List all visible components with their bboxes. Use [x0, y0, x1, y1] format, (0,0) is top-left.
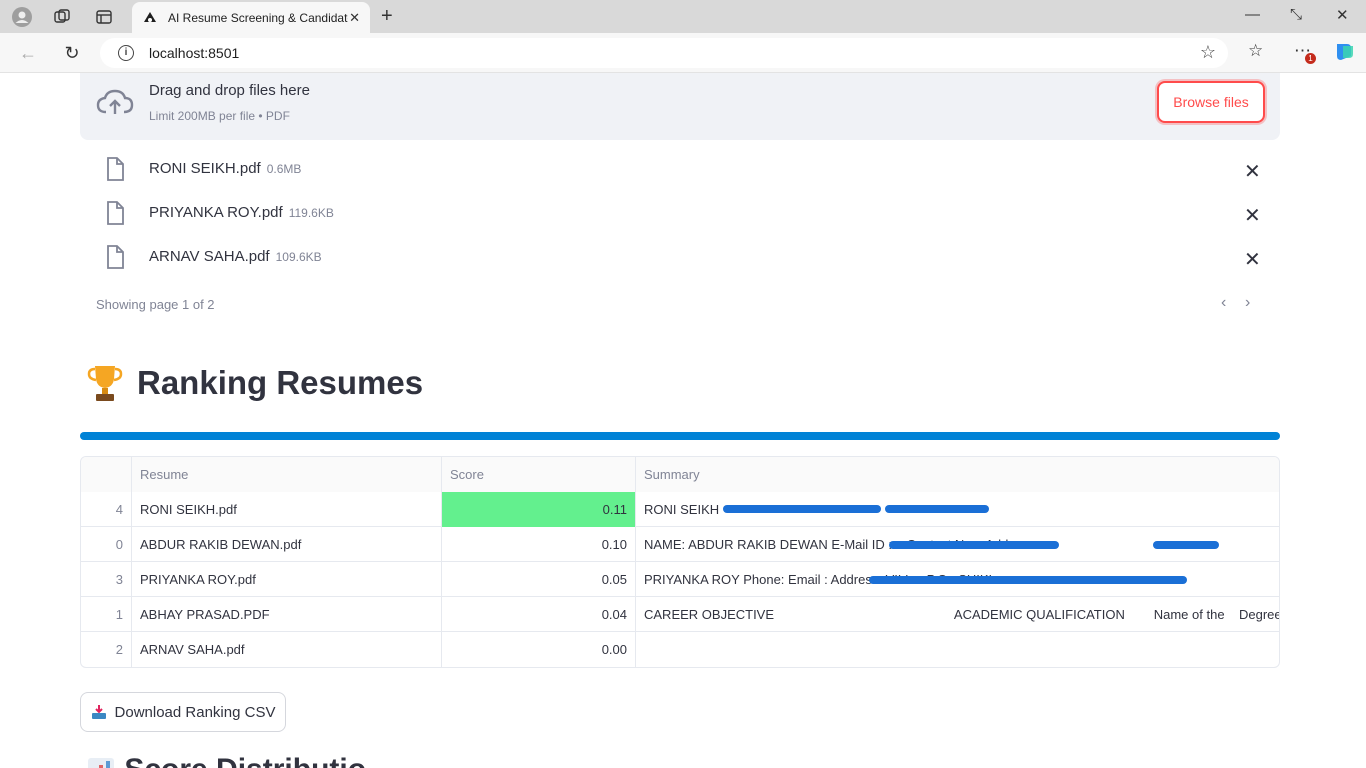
download-label: Download Ranking CSV: [114, 703, 276, 721]
favorites-icon[interactable]: ☆: [1248, 41, 1263, 61]
file-icon: [107, 201, 124, 225]
streamlit-favicon-icon: [144, 11, 156, 22]
redaction-mark: [1153, 541, 1219, 549]
file-name: RONI SEIKH.pdf: [149, 160, 261, 177]
redaction-mark: [869, 576, 1187, 584]
inbox-tray-icon: [91, 705, 106, 719]
uploaded-file-item: PRIYANKA ROY.pdf 119.6KB ✕: [80, 195, 1280, 235]
next-section-title: Score Distributio: [124, 753, 366, 768]
remove-file-icon[interactable]: ✕: [1244, 203, 1261, 228]
resume-cell[interactable]: ABHAY PRASAD.PDF: [132, 597, 442, 632]
pagination-text: Showing page 1 of 2: [96, 297, 215, 312]
summary-header[interactable]: Summary: [636, 457, 1279, 492]
score-distribution-heading: Score Distributio: [86, 753, 366, 768]
prev-page-icon[interactable]: ‹: [1221, 294, 1226, 312]
summary-cell[interactable]: CAREER OBJECTIVE ACADEMIC QUALIFICATION …: [636, 597, 1279, 632]
file-name: ARNAV SAHA.pdf: [149, 248, 270, 265]
notification-badge: 1: [1305, 53, 1316, 64]
table-row[interactable]: 1 ABHAY PRASAD.PDF 0.04 CAREER OBJECTIVE…: [81, 597, 1279, 632]
table-row[interactable]: 2 ARNAV SAHA.pdf 0.00: [81, 632, 1279, 667]
uploaded-file-item: ARNAV SAHA.pdf 109.6KB ✕: [80, 239, 1280, 279]
resume-header[interactable]: Resume: [132, 457, 442, 492]
file-icon: [107, 157, 124, 181]
row-index: 4: [81, 492, 132, 527]
profile-icon[interactable]: [11, 6, 33, 28]
tab-close-icon[interactable]: ✕: [349, 10, 360, 26]
dropzone-limit: Limit 200MB per file • PDF: [149, 109, 290, 123]
tab-active[interactable]: AI Resume Screening & Candidate Ranking …: [132, 2, 370, 33]
resume-cell[interactable]: RONI SEIKH.pdf: [132, 492, 442, 527]
back-icon[interactable]: ←: [17, 42, 39, 64]
tab-title: AI Resume Screening & Candidate Ranking: [168, 10, 348, 25]
url-text: localhost:8501: [149, 45, 240, 61]
favorite-star-icon[interactable]: ☆: [1200, 42, 1216, 63]
redaction-mark: [885, 505, 989, 513]
next-page-icon[interactable]: ›: [1245, 294, 1250, 312]
file-dropzone[interactable]: Drag and drop files here Limit 200MB per…: [80, 73, 1280, 140]
file-size: 109.6KB: [275, 250, 322, 264]
download-csv-button[interactable]: Download Ranking CSV: [80, 692, 286, 732]
score-cell[interactable]: 0.11: [442, 492, 636, 527]
row-index: 3: [81, 562, 132, 597]
copilot-icon[interactable]: [1333, 42, 1355, 67]
uploaded-file-item: RONI SEIKH.pdf 0.6MB ✕: [80, 151, 1280, 191]
score-cell[interactable]: 0.10: [442, 527, 636, 562]
file-icon: [107, 245, 124, 269]
trophy-icon: [87, 366, 123, 401]
redaction-mark: [889, 541, 1059, 549]
score-header[interactable]: Score: [442, 457, 636, 492]
index-header[interactable]: [81, 457, 132, 492]
dropzone-title: Drag and drop files here: [149, 82, 310, 99]
resume-cell[interactable]: PRIYANKA ROY.pdf: [132, 562, 442, 597]
ranking-heading: Ranking Resumes: [86, 363, 423, 403]
minimize-icon[interactable]: —: [1245, 6, 1260, 23]
new-tab-icon[interactable]: +: [381, 5, 393, 28]
section-divider: [80, 432, 1280, 440]
site-info-icon[interactable]: i: [118, 45, 134, 61]
address-bar-row: ← ↻ i localhost:8501 ☆: [0, 33, 1366, 73]
table-row[interactable]: 3 PRIYANKA ROY.pdf 0.05 PRIYANKA ROY Pho…: [81, 562, 1279, 597]
cloud-upload-icon: [96, 89, 134, 114]
file-name: PRIYANKA ROY.pdf: [149, 204, 283, 221]
close-window-icon[interactable]: ✕: [1336, 6, 1349, 24]
chart-icon: [88, 758, 114, 768]
row-index: 2: [81, 632, 132, 667]
remove-file-icon[interactable]: ✕: [1244, 159, 1261, 184]
resume-cell[interactable]: ABDUR RAKIB DEWAN.pdf: [132, 527, 442, 562]
table-row[interactable]: 0 ABDUR RAKIB DEWAN.pdf 0.10 NAME: ABDUR…: [81, 527, 1279, 562]
file-size: 0.6MB: [266, 162, 302, 176]
score-cell[interactable]: 0.00: [442, 632, 636, 667]
browse-files-button[interactable]: Browse files: [1157, 81, 1265, 123]
file-size: 119.6KB: [288, 206, 334, 220]
browser-tab-bar: AI Resume Screening & Candidate Ranking …: [0, 0, 1366, 33]
url-field[interactable]: i localhost:8501 ☆: [100, 38, 1228, 68]
remove-file-icon[interactable]: ✕: [1244, 247, 1261, 272]
section-title: Ranking Resumes: [137, 364, 424, 401]
score-cell[interactable]: 0.04: [442, 597, 636, 632]
score-cell[interactable]: 0.05: [442, 562, 636, 597]
redaction-mark: [723, 505, 881, 513]
row-index: 1: [81, 597, 132, 632]
table-header-row: Resume Score Summary: [81, 457, 1279, 492]
workspaces-icon[interactable]: [51, 6, 73, 28]
summary-cell[interactable]: [636, 632, 1279, 667]
reload-icon[interactable]: ↻: [61, 42, 83, 64]
tab-actions-icon[interactable]: [93, 6, 115, 28]
row-index: 0: [81, 527, 132, 562]
ranking-table[interactable]: Resume Score Summary 4 RONI SEIKH.pdf 0.…: [80, 456, 1280, 668]
restore-icon[interactable]: ⤡: [1290, 6, 1302, 23]
table-row[interactable]: 4 RONI SEIKH.pdf 0.11 RONI SEIKH: [81, 492, 1279, 527]
resume-cell[interactable]: ARNAV SAHA.pdf: [132, 632, 442, 667]
streamlit-app: Drag and drop files here Limit 200MB per…: [0, 73, 1366, 768]
